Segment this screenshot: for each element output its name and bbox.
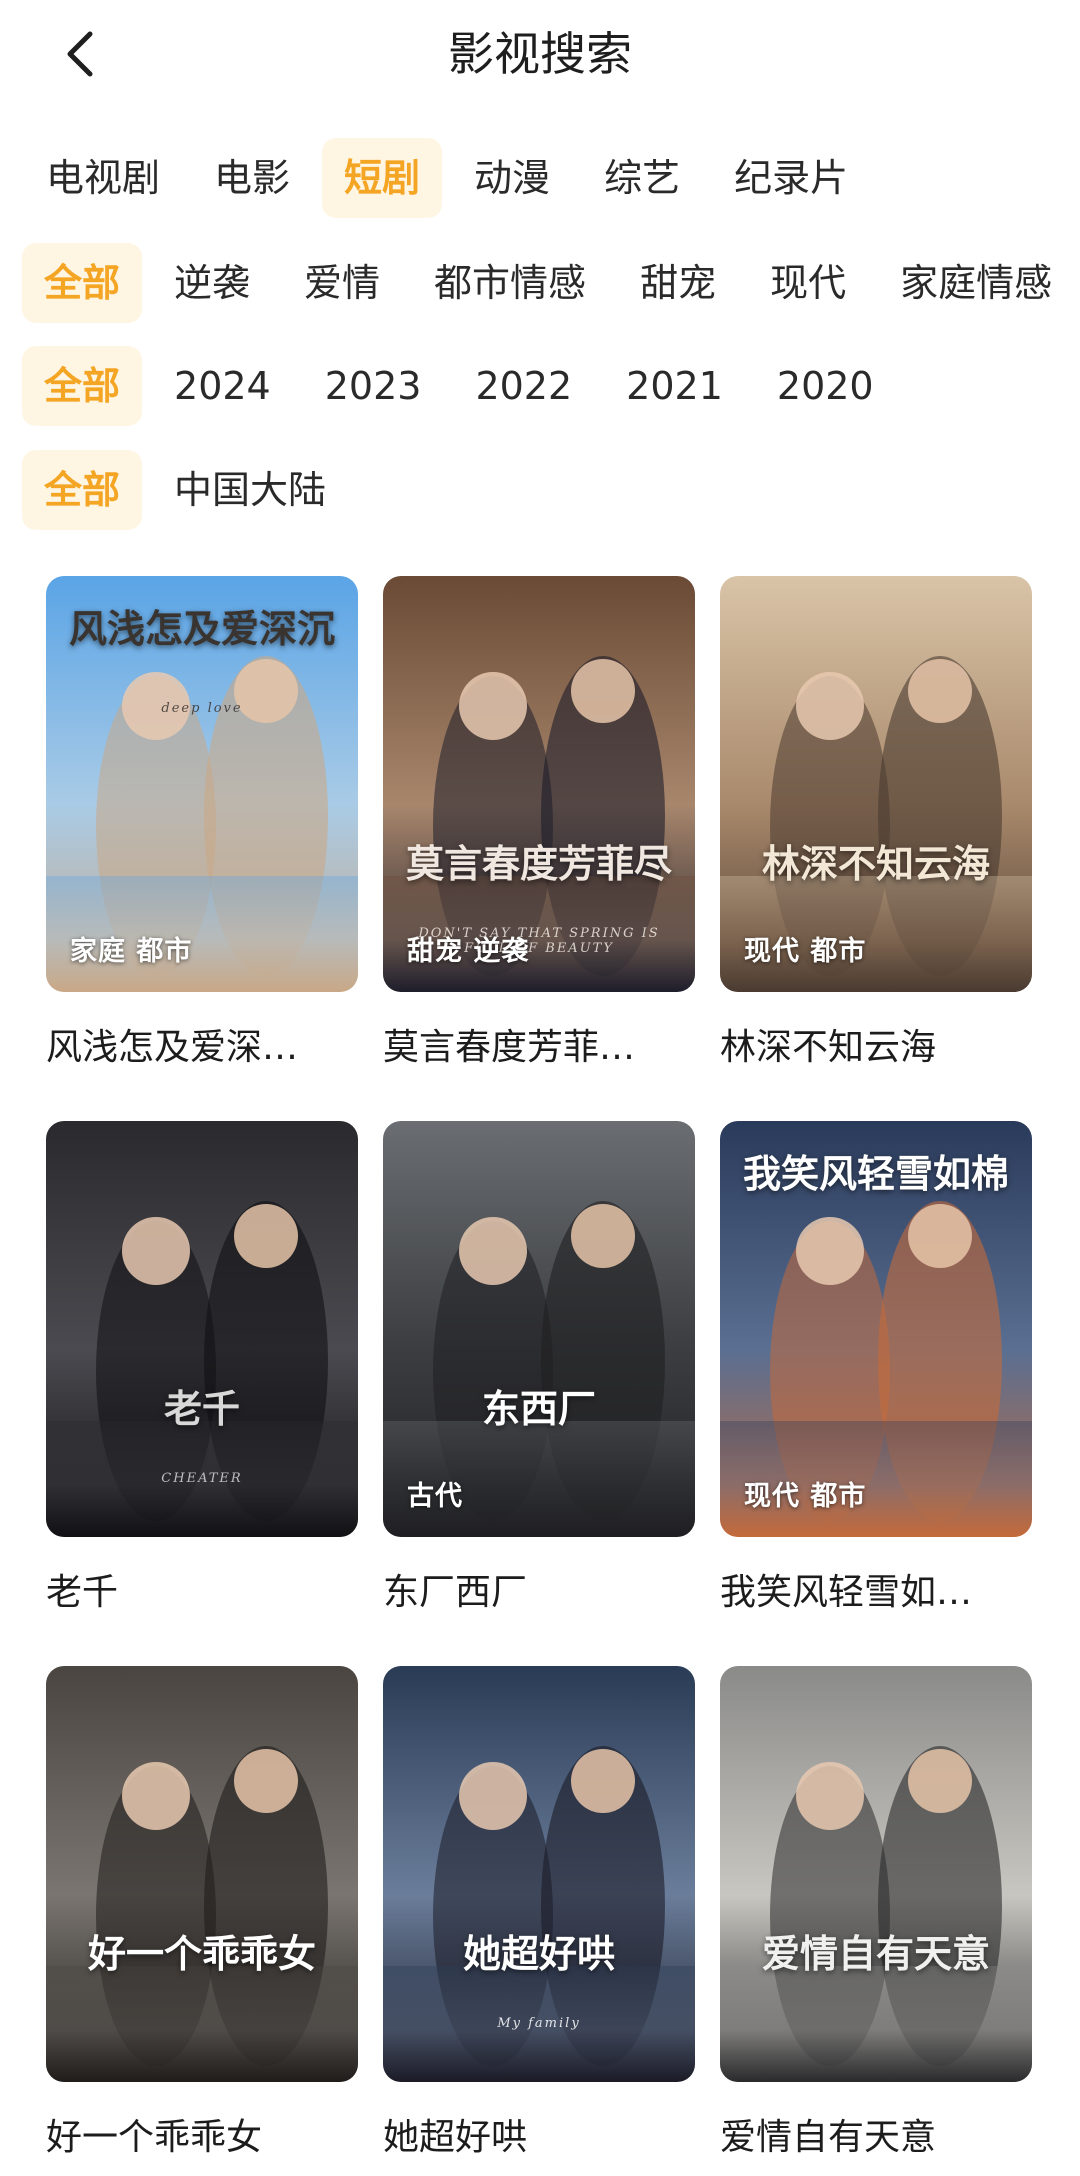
year-filter-row: 全部 2024 2023 2022 2021 2020 <box>22 346 906 426</box>
genre-chip-4[interactable]: 甜宠 <box>618 243 738 323</box>
genre-tags: 古代 <box>407 1481 463 1512</box>
poster-title-art: 她超好哄 <box>462 1931 615 1976</box>
category-tabs: 电视剧 电影 短剧 动漫 综艺 纪录片 <box>46 138 880 218</box>
card-title: 爱情自有天意 <box>720 2117 937 2158</box>
card-title: 东厂西厂 <box>383 1572 528 1613</box>
result-card[interactable]: 林深不知云海 现代 都市 林深不知云海 <box>720 576 1032 1074</box>
region-filter-row: 全部 中国大陆 <box>22 450 358 530</box>
card-title: 好一个乖乖女 <box>46 2117 263 2158</box>
poster-title-art: 风浅怎及爱深沉 <box>68 606 335 651</box>
year-chip-5[interactable]: 2020 <box>755 346 896 426</box>
result-card[interactable]: 好一个乖乖女 好一个乖乖女 <box>46 1666 358 2164</box>
card-title: 老千 <box>46 1572 119 1613</box>
poster-subtitle-art: CHEATER <box>161 1471 243 1486</box>
card-title: 莫言春度芳菲… <box>383 1027 636 1068</box>
category-tab-4[interactable]: 综艺 <box>582 138 702 218</box>
result-card[interactable]: 爱情自有天意 爱情自有天意 <box>720 1666 1032 2164</box>
poster-image: 老千 CHEATER <box>46 1121 358 1537</box>
genre-filter-row: 全部 逆袭 爱情 都市情感 甜宠 现代 家庭情感 <box>22 243 1080 323</box>
poster-image: 东西厂古代 <box>383 1121 695 1537</box>
poster-title-art: 好一个乖乖女 <box>87 1931 316 1976</box>
poster-subtitle-art: My family <box>497 2016 581 2031</box>
result-card[interactable]: 我笑风轻雪如棉现代 都市我笑风轻雪如… <box>720 1121 1032 1619</box>
genre-tags: 甜宠 逆袭 <box>407 936 530 967</box>
genre-chip-0[interactable]: 全部 <box>22 243 143 323</box>
poster-title-art: 东西厂 <box>481 1386 596 1431</box>
poster-image: 莫言春度芳菲尽 DON'T SAY THAT SPRING IS FULL OF … <box>383 576 695 992</box>
genre-chip-3[interactable]: 都市情感 <box>412 243 608 323</box>
result-card[interactable]: 莫言春度芳菲尽 DON'T SAY THAT SPRING IS FULL OF … <box>383 576 695 1074</box>
result-card[interactable]: 老千 CHEATER 老千 <box>46 1121 358 1619</box>
category-tab-2[interactable]: 短剧 <box>322 138 443 218</box>
poster-image: 风浅怎及爱深沉 deep love 家庭 都市 <box>46 576 358 992</box>
page-title: 影视搜索 <box>448 27 632 81</box>
poster-image: 她超好哄 My family <box>383 1666 695 2082</box>
poster-title-art: 老千 <box>163 1386 240 1431</box>
app-header: 影视搜索 <box>0 0 1080 108</box>
poster-title-art: 林深不知云海 <box>761 841 990 886</box>
category-tab-1[interactable]: 电影 <box>192 138 312 218</box>
poster-image: 林深不知云海现代 都市 <box>720 576 1032 992</box>
year-chip-2[interactable]: 2023 <box>303 346 444 426</box>
poster-title-art: 爱情自有天意 <box>761 1931 990 1976</box>
poster-image: 爱情自有天意 <box>720 1666 1032 2082</box>
genre-tags: 家庭 都市 <box>70 936 193 967</box>
year-chip-3[interactable]: 2022 <box>453 346 594 426</box>
poster-subtitle-art: deep love <box>161 701 243 716</box>
poster-image: 好一个乖乖女 <box>46 1666 358 2082</box>
genre-tags: 现代 都市 <box>744 1481 867 1512</box>
category-tab-5[interactable]: 纪录片 <box>712 138 870 218</box>
card-title: 她超好哄 <box>383 2117 528 2158</box>
result-card[interactable]: 东西厂古代东厂西厂 <box>383 1121 695 1619</box>
poster-image: 我笑风轻雪如棉现代 都市 <box>720 1121 1032 1537</box>
year-chip-4[interactable]: 2021 <box>604 346 745 426</box>
card-title: 风浅怎及爱深… <box>46 1027 299 1068</box>
category-tab-3[interactable]: 动漫 <box>452 138 572 218</box>
year-chip-0[interactable]: 全部 <box>22 346 143 426</box>
year-chip-1[interactable]: 2024 <box>152 346 293 426</box>
result-card[interactable]: 她超好哄 My family 她超好哄 <box>383 1666 695 2164</box>
card-title: 林深不知云海 <box>720 1027 937 1068</box>
category-tab-0[interactable]: 电视剧 <box>24 138 182 218</box>
genre-chip-6[interactable]: 家庭情感 <box>878 243 1074 323</box>
poster-title-art: 我笑风轻雪如棉 <box>742 1151 1009 1196</box>
poster-title-art: 莫言春度芳菲尽 <box>405 841 672 886</box>
genre-chip-1[interactable]: 逆袭 <box>152 243 272 323</box>
region-chip-1[interactable]: 中国大陆 <box>152 450 348 530</box>
genre-chip-5[interactable]: 现代 <box>748 243 868 323</box>
genre-tags: 现代 都市 <box>744 936 867 967</box>
result-card[interactable]: 风浅怎及爱深沉 deep love 家庭 都市风浅怎及爱深… <box>46 576 358 1074</box>
genre-chip-2[interactable]: 爱情 <box>282 243 402 323</box>
region-chip-0[interactable]: 全部 <box>22 450 143 530</box>
card-title: 我笑风轻雪如… <box>720 1572 973 1613</box>
